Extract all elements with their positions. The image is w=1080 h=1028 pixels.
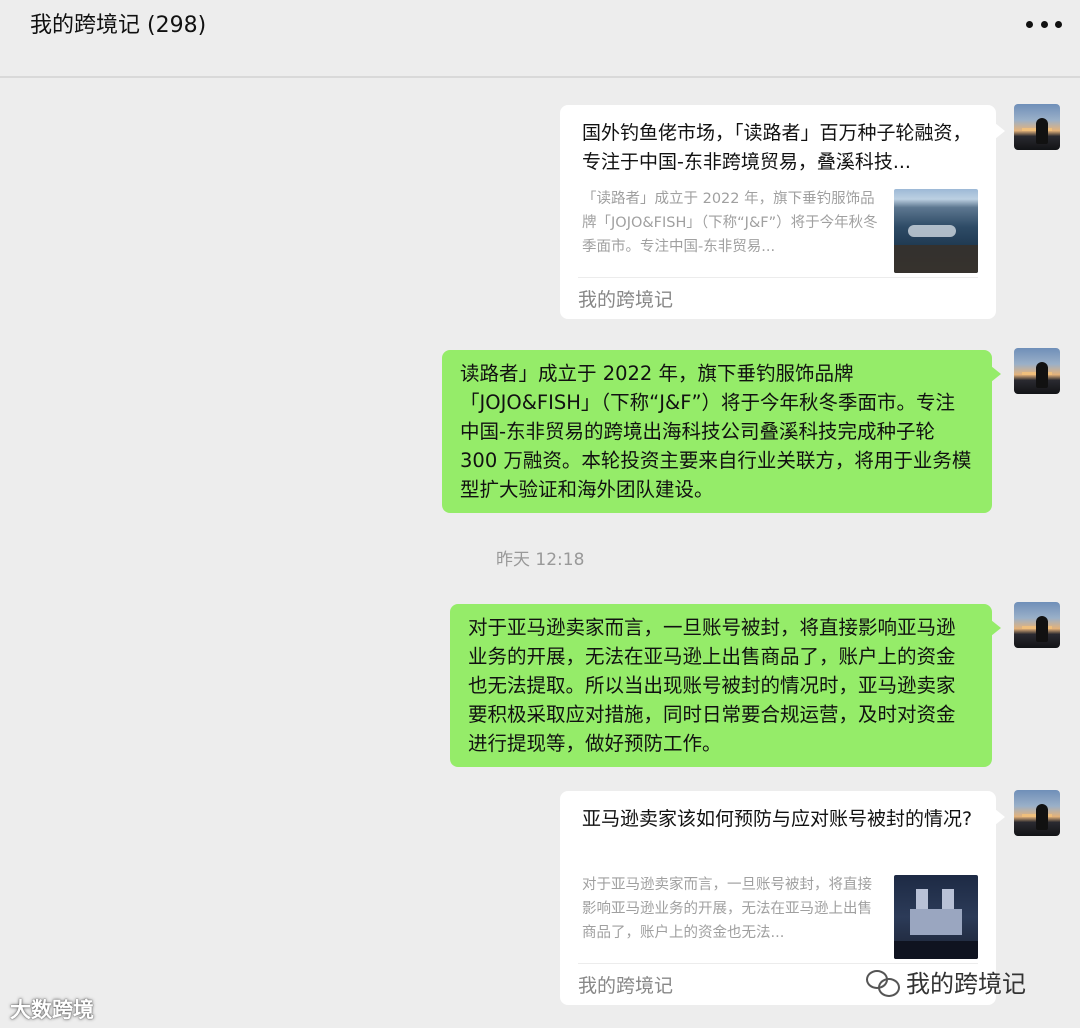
article-card[interactable]: 国外钓鱼佬市场，「读路者」百万种子轮融资，专注于中国-东非跨境贸易，叠溪科技..… [560, 105, 1005, 319]
article-title: 国外钓鱼佬市场，「读路者」百万种子轮融资，专注于中国-东非跨境贸易，叠溪科技..… [582, 122, 972, 173]
watermark-left-text: 大数跨境 [10, 998, 94, 1022]
watermark-left: 大数跨境 [10, 994, 94, 1024]
wechat-icon [866, 968, 900, 997]
watermark-right-text: 我的跨境记 [906, 970, 1026, 998]
watermark-right: 我的跨境记 [866, 964, 1026, 999]
article-thumbnail [894, 875, 978, 959]
message-bubble[interactable]: 读路者」成立于 2022 年，旗下垂钓服饰品牌「JOJO&FISH」（下称“J&… [442, 350, 1001, 513]
article-source: 我的跨境记 [578, 975, 674, 997]
article-thumbnail [894, 189, 978, 273]
message-bubble[interactable]: 对于亚马逊卖家而言，一旦账号被封，将直接影响亚马逊业务的开展，无法在亚马逊上出售… [450, 604, 1001, 767]
avatar[interactable] [1014, 104, 1060, 150]
more-icon[interactable] [1026, 12, 1062, 36]
avatar[interactable] [1014, 790, 1060, 836]
article-source: 我的跨境记 [578, 289, 674, 311]
timestamp: 昨天 12:18 [496, 550, 585, 570]
article-summary: 对于亚马逊卖家而言，一旦账号被封，将直接影响亚马逊业务的开展，无法在亚马逊上出售… [582, 877, 872, 941]
avatar[interactable] [1014, 602, 1060, 648]
divider [578, 277, 978, 278]
chat-title: 我的跨境记 (298) [30, 13, 207, 38]
chat-header: 我的跨境记 (298) [0, 0, 1080, 78]
article-summary: 「读路者」成立于 2022 年，旗下垂钓服饰品牌「JOJO&FISH」（下称“J… [582, 191, 878, 255]
avatar[interactable] [1014, 348, 1060, 394]
article-title: 亚马逊卖家该如何预防与应对账号被封的情况? [582, 808, 973, 830]
